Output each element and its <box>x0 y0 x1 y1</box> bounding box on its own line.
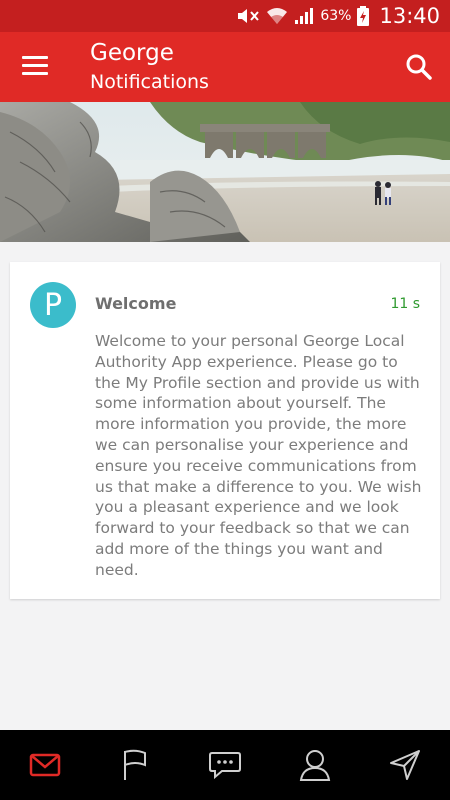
nav-item-flag[interactable] <box>105 730 165 800</box>
mail-icon <box>29 753 61 777</box>
status-bar: 63% 13:40 <box>0 0 450 32</box>
avatar: P <box>30 282 76 328</box>
signal-icon <box>294 7 314 25</box>
nav-item-notifications[interactable] <box>15 730 75 800</box>
bottom-navigation <box>0 730 450 800</box>
notification-body: Welcome to your personal George Local Au… <box>95 332 422 579</box>
mute-icon <box>236 7 260 25</box>
battery-charging-icon <box>357 6 370 26</box>
header-banner-image <box>0 102 450 242</box>
nav-item-location[interactable] <box>375 730 435 800</box>
notification-time: 11 s <box>390 296 420 312</box>
page-title: Notifications <box>90 71 209 93</box>
profile-icon <box>299 750 331 781</box>
battery-percent: 63% <box>320 8 352 24</box>
navigation-icon <box>390 750 420 780</box>
notification-card[interactable]: P Welcome 11 s Welcome to your personal … <box>10 262 440 599</box>
search-icon[interactable] <box>404 52 434 82</box>
hamburger-menu-icon[interactable] <box>22 56 48 76</box>
wifi-icon <box>266 7 288 25</box>
app-bar: George Notifications <box>0 32 450 102</box>
chat-icon <box>209 752 241 780</box>
nav-item-chat[interactable] <box>195 730 255 800</box>
app-title: George <box>90 40 174 66</box>
notification-title: Welcome <box>95 294 177 313</box>
clock: 13:40 <box>379 4 440 28</box>
nav-item-profile[interactable] <box>285 730 345 800</box>
flag-icon <box>124 749 146 780</box>
